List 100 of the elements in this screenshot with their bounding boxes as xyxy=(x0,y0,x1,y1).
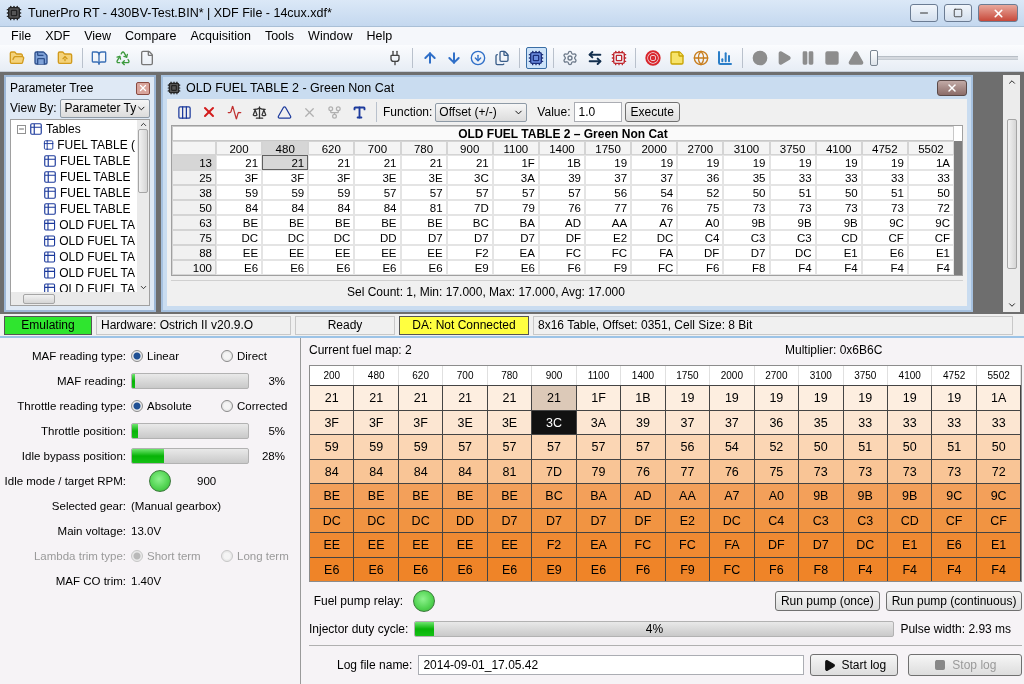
table-cell[interactable]: F9 xyxy=(585,260,632,275)
table-cell[interactable]: 59 xyxy=(308,185,355,200)
table-cell[interactable]: 19 xyxy=(769,155,816,170)
table-cell[interactable]: E6 xyxy=(400,260,447,275)
vertical-scrollbar[interactable] xyxy=(137,120,149,292)
table-cell[interactable]: 3F xyxy=(216,170,263,185)
table-cell[interactable]: 9C xyxy=(907,215,954,230)
table-cell[interactable]: F6 xyxy=(677,260,724,275)
table-cell[interactable]: 36 xyxy=(677,170,724,185)
log-file-field[interactable]: 2014-09-01_17.05.42 xyxy=(418,655,805,675)
tree-item[interactable]: OLD FUEL TA xyxy=(59,218,135,232)
row-header[interactable]: 63 xyxy=(172,215,216,230)
table-cell[interactable]: 33 xyxy=(769,170,816,185)
table-cell[interactable]: E9 xyxy=(446,260,493,275)
row-header[interactable]: 75 xyxy=(172,230,216,245)
table-cell[interactable]: 84 xyxy=(354,200,401,215)
table-cell[interactable]: EA xyxy=(492,245,539,260)
table-cell[interactable]: CD xyxy=(815,230,862,245)
close-button[interactable] xyxy=(978,4,1018,22)
table-cell[interactable]: 50 xyxy=(907,185,954,200)
table-cell[interactable]: 9B xyxy=(815,215,862,230)
table-cell[interactable]: 21 xyxy=(354,155,401,170)
radio-button[interactable] xyxy=(221,399,233,412)
collapse-toggle[interactable] xyxy=(17,124,26,134)
table-cell[interactable]: E6 xyxy=(262,260,309,275)
column-header[interactable]: 4752 xyxy=(861,141,908,155)
column-header[interactable]: 480 xyxy=(262,141,309,155)
table-cell[interactable]: 3C xyxy=(446,170,493,185)
table-cell[interactable]: F2 xyxy=(446,245,493,260)
run-continuous-button[interactable]: Run pump (continuous) xyxy=(885,591,1023,611)
table-cell[interactable]: EE xyxy=(308,245,355,260)
radio-button[interactable] xyxy=(131,349,143,362)
table-cell[interactable]: 1A xyxy=(907,155,954,170)
table-cell[interactable]: 51 xyxy=(769,185,816,200)
menu-item[interactable]: View xyxy=(77,29,119,43)
table-cell[interactable]: 75 xyxy=(677,200,724,215)
table-cell[interactable]: 37 xyxy=(631,170,678,185)
table-cell[interactable]: 19 xyxy=(815,155,862,170)
tree-item[interactable]: OLD FUEL TA xyxy=(59,266,135,280)
maximize-button[interactable] xyxy=(944,4,972,22)
table-cell[interactable]: 21 xyxy=(308,155,355,170)
table-cell[interactable]: 73 xyxy=(861,200,908,215)
table-cell[interactable]: 33 xyxy=(815,170,862,185)
table-cell[interactable]: F4 xyxy=(861,260,908,275)
column-header[interactable]: 1400 xyxy=(538,141,585,155)
function-dropdown[interactable]: Offset (+/-) xyxy=(435,102,528,122)
table-cell[interactable]: 79 xyxy=(492,200,539,215)
table-cell[interactable]: 56 xyxy=(585,185,632,200)
target-button[interactable] xyxy=(642,47,664,69)
table-cell[interactable]: 9B xyxy=(769,215,816,230)
slider-thumb[interactable] xyxy=(869,50,878,66)
table-cell[interactable]: BE xyxy=(262,215,309,230)
table-cell[interactable]: F4 xyxy=(907,260,954,275)
column-header[interactable]: 2700 xyxy=(677,141,724,155)
table-cell[interactable]: 73 xyxy=(723,200,770,215)
table-cell[interactable]: 50 xyxy=(723,185,770,200)
table-cell[interactable]: A7 xyxy=(631,215,678,230)
table-cell[interactable]: DC xyxy=(769,245,816,260)
chip-button[interactable] xyxy=(525,47,547,69)
table-cell[interactable]: D7 xyxy=(446,230,493,245)
start-log-button[interactable]: Start log xyxy=(810,654,899,676)
table-cell[interactable]: 19 xyxy=(585,155,632,170)
run-once-button[interactable]: Run pump (once) xyxy=(774,591,880,611)
column-header[interactable]: 3750 xyxy=(769,141,816,155)
table-cell[interactable]: 51 xyxy=(861,185,908,200)
menu-item[interactable]: Help xyxy=(359,29,400,43)
table-cell[interactable]: 9C xyxy=(861,215,908,230)
table-cell[interactable]: 3F xyxy=(308,170,355,185)
table-cell[interactable]: AA xyxy=(585,215,632,230)
radio-button[interactable] xyxy=(131,399,143,412)
table-cell[interactable]: 57 xyxy=(446,185,493,200)
table-cell[interactable]: DD xyxy=(354,230,401,245)
table-cell[interactable]: BE xyxy=(400,215,447,230)
table-cell[interactable]: DC xyxy=(216,230,263,245)
table-cell[interactable]: E6 xyxy=(308,260,355,275)
table-cell[interactable]: 72 xyxy=(907,200,954,215)
table-cell[interactable]: 73 xyxy=(769,200,816,215)
row-header[interactable]: 13 xyxy=(172,155,216,170)
horizontal-scrollbar[interactable] xyxy=(11,292,149,305)
table-cell[interactable]: 39 xyxy=(538,170,585,185)
tree-item[interactable]: Tables xyxy=(46,122,81,136)
table-cell[interactable]: DC xyxy=(308,230,355,245)
column-header[interactable]: 700 xyxy=(354,141,401,155)
table-cell[interactable]: 59 xyxy=(262,185,309,200)
table-cell[interactable]: 77 xyxy=(585,200,632,215)
table-cell[interactable]: 57 xyxy=(400,185,447,200)
table-cell[interactable]: E6 xyxy=(216,260,263,275)
table-cell[interactable]: F6 xyxy=(538,260,585,275)
table-cell[interactable]: F4 xyxy=(769,260,816,275)
table-cell[interactable]: 21 xyxy=(400,155,447,170)
menu-item[interactable]: File xyxy=(4,29,39,43)
table-cell[interactable]: E2 xyxy=(585,230,632,245)
table-cell[interactable]: 9B xyxy=(723,215,770,230)
table-cell[interactable]: E6 xyxy=(354,260,401,275)
column-header[interactable]: 900 xyxy=(446,141,493,155)
table-cell[interactable]: 76 xyxy=(631,200,678,215)
menu-item[interactable]: Tools xyxy=(257,29,302,43)
table-cell[interactable]: 73 xyxy=(815,200,862,215)
row-header[interactable]: 50 xyxy=(172,200,216,215)
table-cell[interactable]: BE xyxy=(216,215,263,230)
